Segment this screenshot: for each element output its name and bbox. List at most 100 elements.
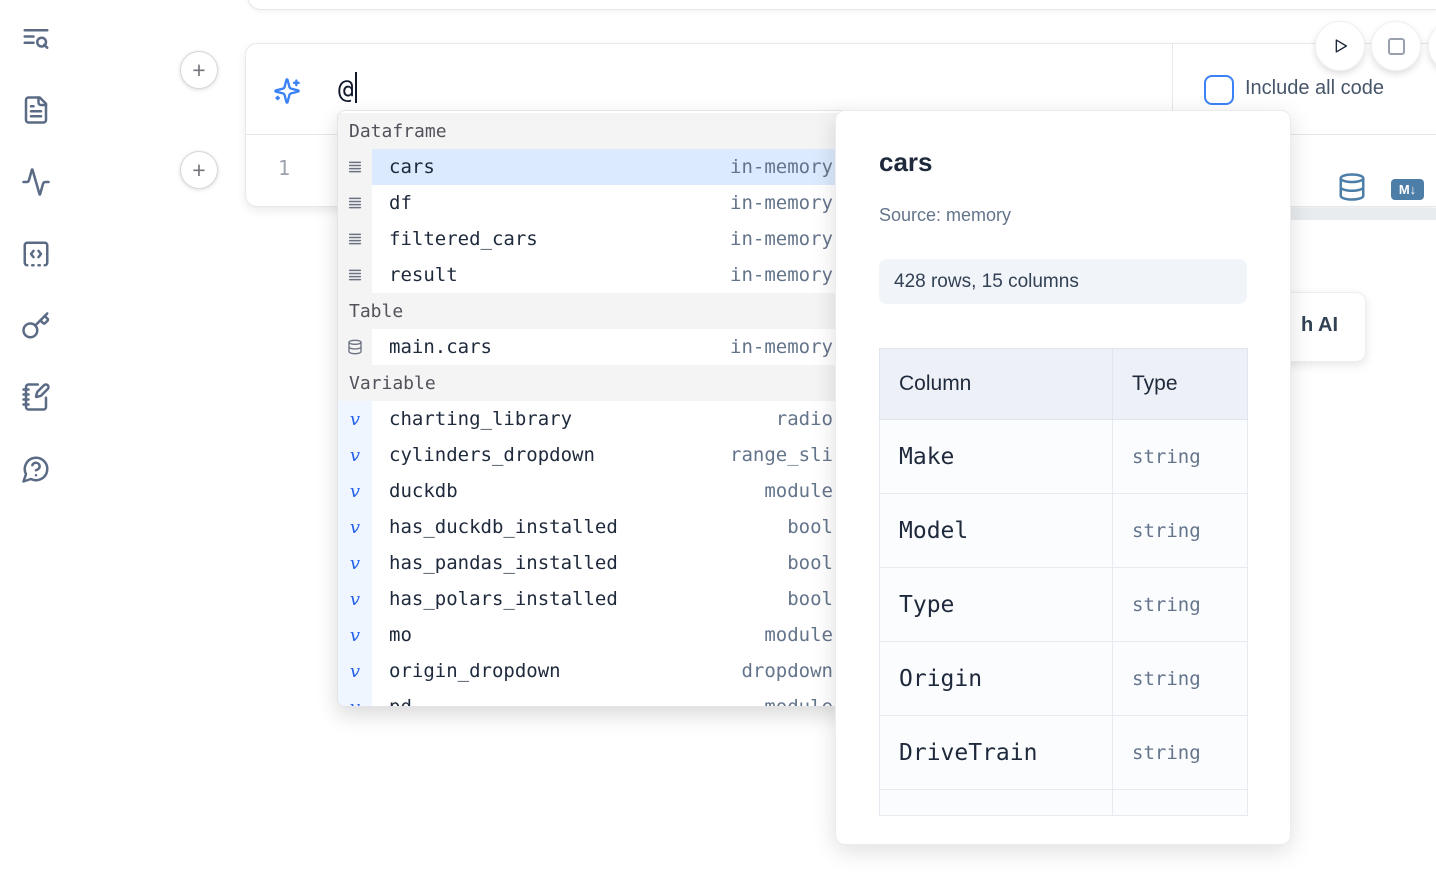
item-name: result [389,264,458,286]
line-number: 1 [272,156,296,180]
schema-column-name: Model [880,494,1113,567]
item-type: bool [775,552,833,574]
schema-row-Origin: Originstring [879,642,1248,716]
add-cell-button-top[interactable]: + [180,51,218,89]
previous-cell-edge [247,0,1436,10]
sidebar-activity-tracing-icon[interactable] [21,167,51,197]
item-name: mo [389,624,412,646]
generate-with-ai-label: h AI [1301,314,1338,337]
variable-icon: v [338,653,372,689]
item-type: in-memory [718,264,833,286]
schema-column-type: string [1113,420,1247,493]
sidebar-notebook-pen-scratchpad-icon[interactable] [21,382,51,412]
item-name: has_polars_installed [389,588,618,610]
play-icon [1329,35,1351,57]
item-type: module [752,696,833,707]
autocomplete-item-filtered_cars[interactable]: filtered_cars in-memory [338,221,847,257]
schema-column-type [1113,790,1247,815]
variable-icon: v [338,401,372,437]
autocomplete-item-charting_library[interactable]: v charting_library radio [338,401,847,437]
autocomplete-section-header: Variable [338,365,847,401]
sidebar-file-text-icon[interactable] [21,95,51,125]
preview-shape-badge: 428 rows, 15 columns [879,259,1247,304]
variable-icon: v [338,581,372,617]
schema-column-name [880,790,1113,815]
variable-icon: v [338,509,372,545]
item-type: dropdown [729,660,833,682]
autocomplete-item-df[interactable]: df in-memory [338,185,847,221]
item-name: cars [389,156,435,178]
schema-row-partial [879,790,1248,816]
schema-row-Make: Makestring [879,420,1248,494]
schema-header-column: Column [880,349,1113,419]
markdown-icon[interactable]: M↓ [1391,179,1424,200]
schema-column-name: Type [880,568,1113,641]
sidebar-key-secrets-icon[interactable] [21,311,51,341]
preview-title: cars [879,147,933,178]
prompt-value: @ [338,75,354,105]
variable-icon: v [338,545,372,581]
item-name: df [389,192,412,214]
preview-source: Source: memory [879,205,1011,226]
item-type: in-memory [718,192,833,214]
item-type: in-memory [718,228,833,250]
item-type: bool [775,516,833,538]
schema-row-Model: Modelstring [879,494,1248,568]
autocomplete-item-result[interactable]: result in-memory [338,257,847,293]
run-cell-button[interactable] [1315,21,1365,71]
dataframe-icon [338,185,372,221]
include-all-code-label: Include all code [1245,77,1384,100]
sidebar-code-snippets-icon[interactable] [21,239,51,269]
dataframe-icon [338,221,372,257]
autocomplete-item-cylinders_dropdown[interactable]: v cylinders_dropdown range_sli [338,437,847,473]
item-name: cylinders_dropdown [389,444,595,466]
item-type: module [752,480,833,502]
dataframe-icon [338,149,372,185]
schema-row-DriveTrain: DriveTrainstring [879,716,1248,790]
sidebar-help-chat-icon[interactable] [21,454,51,484]
autocomplete-item-duckdb[interactable]: vduckdb module [338,473,847,509]
item-name: charting_library [389,408,572,430]
item-name: main.cars [389,336,492,358]
autocomplete-item-pd[interactable]: v pd module [338,689,847,707]
autocomplete-item-main.cars[interactable]: main.carsin-memory [338,329,847,365]
dataframe-icon [338,257,372,293]
add-cell-button-bottom[interactable]: + [180,151,218,189]
item-name: pd [389,696,412,707]
stop-cell-button[interactable] [1371,21,1421,71]
schema-column-type: string [1113,642,1247,715]
autocomplete-item-has_duckdb_installed[interactable]: vhas_duckdb_installedbool [338,509,847,545]
sidebar-toc-search-icon[interactable] [21,24,51,54]
item-name: filtered_cars [389,228,538,250]
variable-icon: v [338,689,372,707]
autocomplete-item-origin_dropdown[interactable]: v origin_dropdown dropdown [338,653,847,689]
text-cursor [355,72,357,103]
database-icon [338,329,372,365]
item-name: origin_dropdown [389,660,561,682]
variable-icon: v [338,437,372,473]
autocomplete-item-mo[interactable]: vmomodule [338,617,847,653]
variable-icon: v [338,473,372,509]
autocomplete-item-has_polars_installed[interactable]: vhas_polars_installedbool [338,581,847,617]
schema-table-header: ColumnType [879,348,1248,420]
schema-row-Type: Typestring [879,568,1248,642]
ai-sparkles-icon [273,77,301,105]
schema-header-type: Type [1113,349,1247,419]
item-name: has_pandas_installed [389,552,618,574]
autocomplete-item-cars[interactable]: cars in-memory [338,149,847,185]
item-type: range_sli [718,444,833,466]
schema-column-name: Origin [880,642,1113,715]
include-all-code-checkbox[interactable] [1204,75,1234,105]
ai-prompt-input[interactable]: @ [338,72,357,105]
schema-column-name: Make [880,420,1113,493]
preview-schema-table: ColumnTypeMakestringModelstringTypestrin… [879,348,1248,816]
item-type: in-memory [718,156,833,178]
item-name: duckdb [389,480,458,502]
variable-icon: v [338,617,372,653]
autocomplete-section-header: Dataframe [338,113,847,149]
autocomplete-item-has_pandas_installed[interactable]: v has_pandas_installed bool [338,545,847,581]
schema-column-name: DriveTrain [880,716,1113,789]
autocomplete-section-header: Table [338,293,847,329]
datasource-database-icon[interactable] [1337,172,1367,202]
item-type: radio [764,408,833,430]
